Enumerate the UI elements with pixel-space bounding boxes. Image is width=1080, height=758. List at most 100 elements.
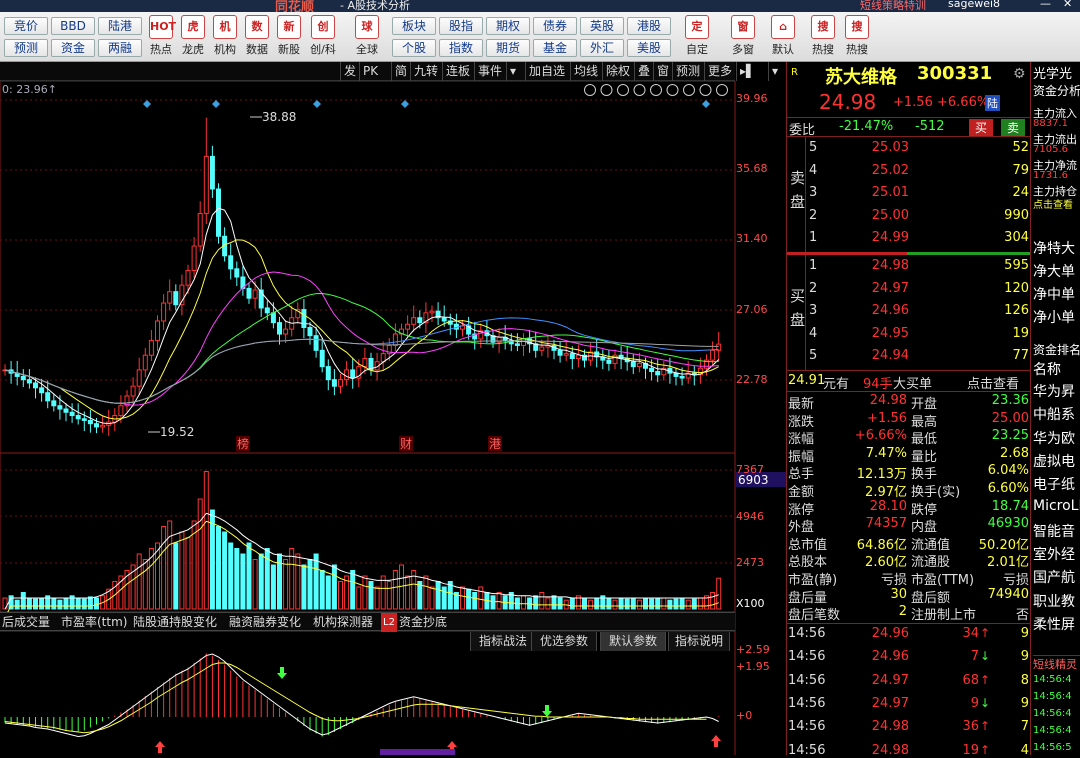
bottom-tab-6[interactable]: 资金抄底 <box>399 613 447 632</box>
toolbar-icon-自定0[interactable]: 定自定 <box>678 15 716 61</box>
chart-menu-4[interactable]: 连板 <box>442 62 473 81</box>
event-marker[interactable] <box>702 100 710 108</box>
eye2-icon[interactable] <box>600 84 613 96</box>
bid-price[interactable]: 24.96 <box>857 303 909 318</box>
event-marker[interactable] <box>143 100 151 108</box>
market-btn-外汇[interactable]: 外汇 <box>580 39 624 57</box>
rank-item[interactable]: 柔性屏 <box>1033 614 1080 634</box>
market-btn-英股[interactable]: 英股 <box>580 17 624 35</box>
market-btn-股指[interactable]: 股指 <box>439 17 483 35</box>
ask-price[interactable]: 24.99 <box>857 230 909 245</box>
bottom-tab-1[interactable]: 市盈率(ttm) <box>61 613 127 632</box>
market-btn-板块[interactable]: 板块 <box>392 17 436 35</box>
chart-menu-13[interactable]: 更多 <box>704 62 735 81</box>
market-btn-个股[interactable]: 个股 <box>392 39 436 57</box>
home-icon[interactable] <box>683 84 695 96</box>
fund-item[interactable]: 点击查看 <box>1033 196 1080 211</box>
time-selection[interactable] <box>380 749 455 755</box>
chart-menu-15[interactable]: ▾ <box>768 62 781 81</box>
rank-item[interactable]: 华为昇 <box>1033 381 1080 401</box>
close-icon[interactable]: ✕ <box>1063 0 1072 10</box>
chart-menu-3[interactable]: 九转 <box>410 62 441 81</box>
bid-price[interactable]: 24.94 <box>857 348 909 363</box>
bid-price[interactable]: 24.98 <box>857 258 909 273</box>
stat-label-2: 流通值 <box>911 537 951 553</box>
market-btn-期权[interactable]: 期权 <box>486 17 530 35</box>
play-icon[interactable] <box>617 84 629 96</box>
ask-price[interactable]: 25.03 <box>857 140 909 155</box>
plus-icon[interactable] <box>699 84 712 96</box>
chart-menu-5[interactable]: 事件 <box>474 62 505 81</box>
chart-menu-1[interactable]: PK <box>359 62 381 81</box>
ask-price[interactable]: 25.01 <box>857 185 909 200</box>
redo-icon[interactable] <box>666 84 679 96</box>
chart-menu-9[interactable]: 除权 <box>602 62 633 81</box>
bid-price[interactable]: 24.95 <box>857 326 909 341</box>
market-btn-美股[interactable]: 美股 <box>627 39 671 57</box>
indicator-tab-1[interactable]: 优选参数 <box>531 632 597 651</box>
rank-item[interactable]: 智能音 <box>1033 521 1080 541</box>
bottom-tab-5[interactable]: L2 <box>381 613 397 632</box>
toolbar-icon-创/科[interactable]: 创创/科 <box>304 15 342 61</box>
event-marker[interactable] <box>212 100 220 108</box>
chart-menu-14[interactable]: ▸▌ <box>736 62 758 81</box>
play2-icon[interactable] <box>633 84 646 96</box>
toolbar-icon-多窗1[interactable]: 窗多窗 <box>724 15 762 61</box>
toolbar-btn-预测[interactable]: 预测 <box>4 39 48 57</box>
strategy-link[interactable]: 短线策略特训 <box>860 0 926 12</box>
toolbar-btn-竞价[interactable]: 竞价 <box>4 17 48 35</box>
undo-icon[interactable] <box>650 84 662 96</box>
toolbar-icon-新股[interactable]: 新新股 <box>270 15 308 61</box>
bigorder-link[interactable]: 点击查看 <box>967 373 1019 392</box>
ask-price[interactable]: 25.02 <box>857 163 909 178</box>
event-marker[interactable] <box>401 100 409 108</box>
chart-menu-7[interactable]: 加自选 <box>525 62 568 81</box>
chart-menu-11[interactable]: 窗 <box>653 62 672 81</box>
minus-icon[interactable] <box>716 84 728 96</box>
toolbar-icon-热搜4[interactable]: 搜热搜 <box>838 15 876 61</box>
chart-menu-8[interactable]: 均线 <box>570 62 601 81</box>
bottom-tab-4[interactable]: 机构探测器 <box>313 613 373 632</box>
toolbar-btn-陆港[interactable]: 陆港 <box>98 17 142 35</box>
rank-item[interactable]: 虚拟电 <box>1033 451 1080 471</box>
market-btn-指数[interactable]: 指数 <box>439 39 483 57</box>
bid-price[interactable]: 24.97 <box>857 281 909 296</box>
toolbar-btn-BBD[interactable]: BBD <box>51 17 95 35</box>
minimize-icon[interactable]: — <box>1040 0 1051 10</box>
indicator-tab-0[interactable]: 指标战法 <box>470 632 536 651</box>
bottom-tab-2[interactable]: 陆股通持股变化 <box>133 613 217 632</box>
user-name[interactable]: sagewei8 <box>948 0 1000 10</box>
buy-button[interactable]: 买 <box>969 119 994 136</box>
chart-menu-2[interactable]: 简 <box>391 62 410 81</box>
chart-menu-10[interactable]: 叠 <box>634 62 653 81</box>
indicator-tab-2[interactable]: 默认参数 <box>600 632 666 651</box>
toolbar-icon-全球[interactable]: 球全球 <box>348 15 386 61</box>
market-btn-期货[interactable]: 期货 <box>486 39 530 57</box>
ask-price[interactable]: 25.00 <box>857 208 909 223</box>
chart-frame <box>0 81 736 613</box>
sell-button[interactable]: 卖 <box>1001 119 1026 136</box>
rank-item[interactable]: 华为欧 <box>1033 428 1080 448</box>
rank-item[interactable]: 职业教 <box>1033 591 1080 611</box>
bottom-tab-0[interactable]: 后成交量 <box>2 613 50 632</box>
rank-item[interactable]: 电子纸 <box>1033 474 1080 494</box>
rank-item[interactable]: 室外经 <box>1033 544 1080 564</box>
indicator-tab-3[interactable]: 指标说明 <box>668 632 730 651</box>
rank-item[interactable]: MicroLE <box>1033 498 1080 514</box>
bottom-tab-3[interactable]: 融资融券变化 <box>229 613 301 632</box>
market-btn-债券[interactable]: 债券 <box>533 17 577 35</box>
chart-menu-0[interactable]: 发 <box>340 62 359 81</box>
rank-item[interactable]: 中船系 <box>1033 404 1080 424</box>
market-btn-港股[interactable]: 港股 <box>627 17 671 35</box>
chart-menu-12[interactable]: 预测 <box>672 62 703 81</box>
settings-gear-icon[interactable]: ⚙ <box>1013 66 1026 82</box>
toolbar-btn-资金[interactable]: 资金 <box>51 39 95 57</box>
event-marker[interactable] <box>313 100 321 108</box>
chart-menu-6[interactable]: ▾ <box>506 62 519 81</box>
rank-item[interactable]: 国产航 <box>1033 567 1080 587</box>
toolbar-btn-两融[interactable]: 两融 <box>98 39 142 57</box>
toolbar-icon-默认2[interactable]: ⌂ 默认 <box>764 15 802 61</box>
eye-icon[interactable] <box>584 84 596 96</box>
market-btn-基金[interactable]: 基金 <box>533 39 577 57</box>
toolbar-icon-热搜3[interactable]: 搜热搜 <box>804 15 842 61</box>
